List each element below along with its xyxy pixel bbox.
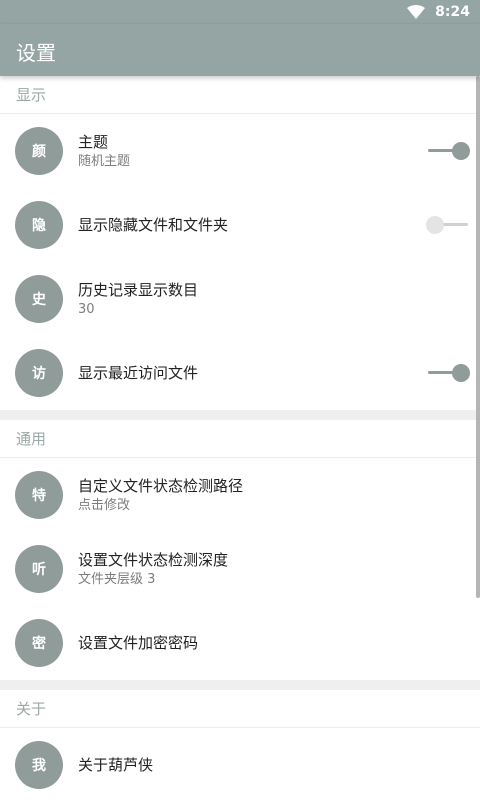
setting-about-app[interactable]: 我 关于葫芦侠 [0, 728, 480, 800]
section-display: 显示 颜 主题 随机主题 隐 显示隐藏文件和文件夹 史 历史记录显示数目 30 … [0, 76, 480, 410]
setting-show-recent[interactable]: 访 显示最近访问文件 [0, 336, 480, 410]
status-indicators: 8:24 [407, 0, 470, 24]
toggle-thumb [426, 216, 444, 234]
setting-title: 显示隐藏文件和文件夹 [78, 216, 229, 234]
setting-detect-depth[interactable]: 听 设置文件状态检测深度 文件夹层级 3 [0, 532, 480, 606]
setting-avatar: 颜 [15, 127, 63, 175]
section-general: 通用 特 自定义文件状态检测路径 点击修改 听 设置文件状态检测深度 文件夹层级… [0, 420, 480, 680]
setting-subtitle: 文件夹层级 3 [78, 571, 156, 587]
section-header-display: 显示 [0, 76, 480, 114]
settings-list[interactable]: 显示 颜 主题 随机主题 隐 显示隐藏文件和文件夹 史 历史记录显示数目 30 … [0, 76, 480, 800]
setting-texts: 设置文件状态检测深度 文件夹层级 3 [78, 532, 228, 606]
setting-texts: 历史记录显示数目 30 [78, 262, 198, 336]
setting-texts: 设置文件加密密码 [78, 606, 198, 680]
setting-title: 主题 [78, 132, 109, 151]
setting-title: 历史记录显示数目 [78, 280, 199, 299]
section-divider [0, 680, 480, 690]
setting-avatar: 密 [15, 619, 63, 667]
setting-avatar: 我 [15, 741, 63, 789]
setting-avatar: 听 [15, 545, 63, 593]
setting-subtitle: 随机主题 [78, 153, 131, 169]
setting-avatar: 访 [15, 349, 63, 397]
status-time: 8:24 [435, 4, 470, 20]
setting-title: 关于葫芦侠 [78, 756, 154, 774]
setting-title: 设置文件状态检测深度 [78, 550, 229, 569]
scrollbar[interactable] [476, 76, 480, 598]
setting-texts: 显示隐藏文件和文件夹 [78, 188, 228, 262]
setting-avatar: 史 [15, 275, 63, 323]
setting-history-count[interactable]: 史 历史记录显示数目 30 [0, 262, 480, 336]
setting-texts: 关于葫芦侠 [78, 728, 153, 800]
setting-texts: 主题 随机主题 [78, 114, 130, 188]
setting-title: 自定义文件状态检测路径 [78, 476, 244, 495]
setting-title: 显示最近访问文件 [78, 364, 199, 382]
show-recent-toggle[interactable] [426, 363, 470, 383]
show-hidden-toggle[interactable] [426, 215, 470, 235]
toggle-thumb [452, 142, 470, 160]
page-title: 设置 [16, 41, 56, 65]
setting-subtitle: 30 [78, 301, 95, 317]
setting-subtitle: 点击修改 [78, 497, 131, 513]
setting-custom-path[interactable]: 特 自定义文件状态检测路径 点击修改 [0, 458, 480, 532]
theme-toggle[interactable] [426, 141, 470, 161]
setting-texts: 自定义文件状态检测路径 点击修改 [78, 458, 243, 532]
status-bar: 8:24 [0, 0, 480, 24]
setting-show-hidden[interactable]: 隐 显示隐藏文件和文件夹 [0, 188, 480, 262]
section-divider [0, 410, 480, 420]
section-about: 关于 我 关于葫芦侠 [0, 690, 480, 800]
setting-title: 设置文件加密密码 [78, 634, 199, 652]
toggle-thumb [452, 364, 470, 382]
setting-avatar: 特 [15, 471, 63, 519]
setting-avatar: 隐 [15, 201, 63, 249]
wifi-icon [407, 5, 426, 19]
setting-texts: 显示最近访问文件 [78, 336, 198, 410]
section-header-about: 关于 [0, 690, 480, 728]
section-header-general: 通用 [0, 420, 480, 458]
setting-theme[interactable]: 颜 主题 随机主题 [0, 114, 480, 188]
setting-encrypt-password[interactable]: 密 设置文件加密密码 [0, 606, 480, 680]
app-bar: 设置 [0, 24, 480, 76]
